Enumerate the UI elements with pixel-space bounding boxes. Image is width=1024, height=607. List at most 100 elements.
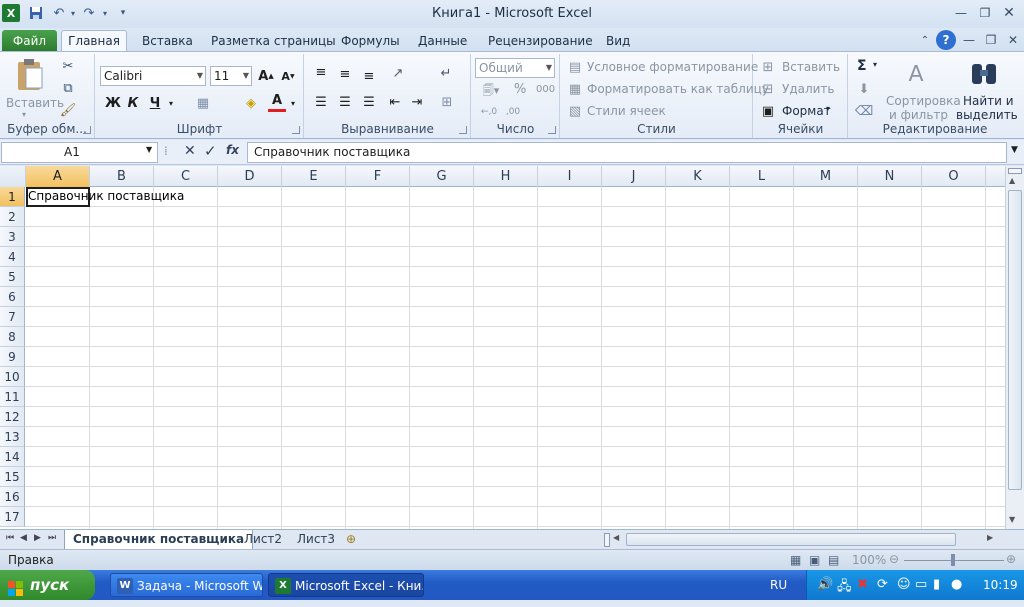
column-header-O[interactable]: O	[922, 166, 986, 187]
wrap-text-icon[interactable]: ↵	[435, 64, 457, 82]
fill-color-icon[interactable]: ◈	[240, 94, 262, 112]
cell-styles-icon[interactable]: ▧	[567, 103, 583, 119]
tray-sound-icon[interactable]: 🔊	[817, 577, 833, 592]
row-header-12[interactable]: 12	[0, 407, 25, 427]
doc-close-icon[interactable]: ✕	[1002, 31, 1024, 49]
row-header-9[interactable]: 9	[0, 347, 25, 367]
format-cells-icon[interactable]: ▣	[760, 103, 776, 119]
confirm-entry-icon[interactable]: ✓	[204, 142, 217, 160]
prev-sheet-icon[interactable]: ◀	[20, 533, 27, 543]
paste-button[interactable]: Вставить	[6, 96, 64, 110]
number-dialog-launcher[interactable]	[548, 126, 556, 134]
column-header-G[interactable]: G	[410, 166, 474, 187]
align-left-icon[interactable]: ☰	[311, 94, 331, 110]
row-header-1[interactable]: 1	[0, 187, 25, 207]
copy-icon[interactable]: ⧉	[60, 80, 76, 96]
tab-review[interactable]: Рецензирование	[482, 31, 599, 52]
currency-icon[interactable]: 🗐▾	[476, 82, 506, 100]
column-header-B[interactable]: B	[90, 166, 154, 187]
row-header-14[interactable]: 14	[0, 447, 25, 467]
find-select-line1[interactable]: Найти и	[963, 94, 1014, 108]
conditional-formatting-button[interactable]: Условное форматирование	[587, 60, 758, 74]
close-icon[interactable]: ✕	[998, 4, 1020, 22]
scroll-left-icon[interactable]: ◀	[613, 533, 619, 542]
cut-icon[interactable]: ✂	[60, 58, 76, 74]
tab-home[interactable]: Главная	[61, 30, 127, 53]
insert-cells-icon[interactable]: ⊞	[760, 59, 776, 75]
insert-function-icon[interactable]: fx	[226, 143, 239, 157]
percent-button[interactable]: %	[514, 82, 526, 97]
tray-battery-icon[interactable]: ▮	[933, 577, 940, 592]
language-indicator[interactable]: RU	[770, 578, 787, 592]
align-center-icon[interactable]: ☰	[335, 94, 355, 110]
start-button[interactable]: пуск	[0, 570, 95, 600]
cell-styles-button[interactable]: Стили ячеек	[587, 104, 666, 118]
cancel-entry-icon[interactable]: ✕	[184, 143, 196, 159]
taskbar-item-word[interactable]: W Задача - Microsoft W...	[110, 573, 263, 597]
sort-filter-icon[interactable]: ꓮ	[901, 58, 931, 90]
horizontal-scroll-thumb[interactable]	[626, 533, 956, 546]
column-header-D[interactable]: D	[218, 166, 282, 187]
autosum-button[interactable]: Σ	[857, 58, 867, 74]
row-header-7[interactable]: 7	[0, 307, 25, 327]
help-icon[interactable]: ?	[936, 30, 956, 50]
align-top-icon[interactable]: ≡	[311, 64, 331, 80]
tray-antivirus-icon[interactable]: ✖	[857, 577, 868, 592]
format-as-table-button[interactable]: Форматировать как таблицу	[587, 82, 769, 96]
italic-button[interactable]: К	[124, 94, 142, 112]
sort-filter-line2[interactable]: и фильтр	[889, 108, 948, 122]
vertical-scrollbar[interactable]: ▲ ▼	[1005, 166, 1024, 529]
row-header-13[interactable]: 13	[0, 427, 25, 447]
fill-icon[interactable]: ⬇	[855, 81, 873, 97]
scroll-right-icon[interactable]: ▶	[987, 533, 993, 542]
tray-user-icon[interactable]: ☺	[897, 577, 911, 592]
format-painter-icon[interactable]: 🖌	[60, 102, 77, 118]
insert-cells-button[interactable]: Вставить	[782, 60, 840, 74]
font-dialog-launcher[interactable]	[292, 126, 300, 134]
vertical-scroll-thumb[interactable]	[1008, 190, 1022, 490]
underline-dropdown-icon[interactable]: ▾	[166, 94, 176, 112]
thousands-button[interactable]: 000	[536, 84, 555, 95]
orientation-icon[interactable]: ↗	[387, 64, 409, 82]
bold-button[interactable]: Ж	[104, 94, 122, 112]
zoom-in-icon[interactable]: ⊕	[1006, 552, 1016, 566]
paste-dropdown-icon[interactable]: ▾	[22, 110, 26, 119]
shrink-font-icon[interactable]: A ▼	[278, 66, 298, 86]
sheet-tab-3[interactable]: Лист3	[289, 530, 343, 550]
collapse-ribbon-icon[interactable]: ⌃	[914, 31, 936, 49]
tab-split-handle[interactable]	[604, 533, 610, 547]
increase-decimal-icon[interactable]: ←,0	[478, 104, 500, 120]
tray-network-icon[interactable]: 🖧	[837, 577, 852, 599]
row-header-16[interactable]: 16	[0, 487, 25, 507]
last-sheet-icon[interactable]: ⏭	[48, 533, 56, 543]
column-header-J[interactable]: J	[602, 166, 666, 187]
tab-data[interactable]: Данные	[412, 31, 473, 52]
decrease-decimal-icon[interactable]: ,00	[502, 104, 524, 120]
sheet-tab-1[interactable]: Справочник поставщика	[64, 530, 254, 550]
underline-button[interactable]: Ч	[146, 94, 164, 112]
doc-minimize-icon[interactable]: —	[958, 31, 980, 49]
row-header-11[interactable]: 11	[0, 387, 25, 407]
column-header-F[interactable]: F	[346, 166, 410, 187]
align-middle-icon[interactable]: ≡	[335, 66, 355, 82]
minimize-icon[interactable]: —	[950, 4, 972, 22]
format-dropdown-icon[interactable]: ▾	[826, 104, 830, 113]
alignment-dialog-launcher[interactable]	[459, 126, 467, 134]
sort-filter-line1[interactable]: Сортировка	[886, 94, 961, 108]
column-header-E[interactable]: E	[282, 166, 346, 187]
column-header-N[interactable]: N	[858, 166, 922, 187]
select-all-corner[interactable]	[0, 166, 26, 187]
column-header-A[interactable]: A	[26, 166, 90, 187]
row-header-2[interactable]: 2	[0, 207, 25, 227]
zoom-slider-thumb[interactable]	[951, 554, 955, 566]
column-header-C[interactable]: C	[154, 166, 218, 187]
row-header-10[interactable]: 10	[0, 367, 25, 387]
increase-indent-icon[interactable]: ⇥	[407, 94, 427, 110]
first-sheet-icon[interactable]: ⏮	[6, 533, 14, 543]
borders-icon[interactable]: ▦	[192, 94, 214, 112]
decrease-indent-icon[interactable]: ⇤	[385, 94, 405, 110]
column-header-H[interactable]: H	[474, 166, 538, 187]
conditional-formatting-icon[interactable]: ▤	[567, 59, 583, 75]
tab-page-layout[interactable]: Разметка страницы	[205, 31, 342, 52]
tray-monitor-icon[interactable]: ▭	[915, 577, 927, 592]
